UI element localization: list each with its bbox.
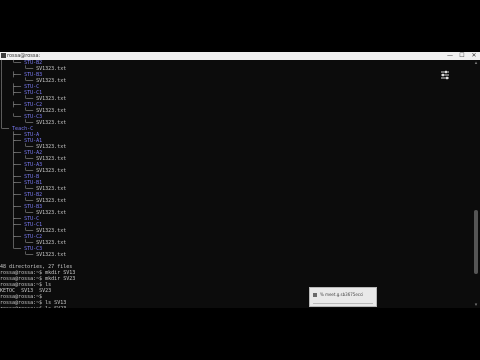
scroll-up-icon[interactable]: ▴ xyxy=(473,60,479,66)
notification-toast[interactable]: % meet.g.sb3675ecci xyxy=(309,287,377,307)
window-title: rossa@rossa: xyxy=(7,53,41,59)
scrollbar-thumb[interactable] xyxy=(474,210,478,274)
minimize-button[interactable]: — xyxy=(444,52,456,60)
title-bar[interactable]: rossa@rossa: — ☐ ✕ xyxy=(0,52,480,60)
tree-branch: └── xyxy=(0,252,37,258)
terminal-output[interactable]: │ └── STU-B2 │ └── SV1323.txt │ ├── STU-B3… xyxy=(0,60,472,308)
scroll-down-icon[interactable]: ▾ xyxy=(473,302,479,308)
notification-text: % meet.g.sb3675ecci xyxy=(320,292,364,297)
maximize-button[interactable]: ☐ xyxy=(456,52,468,60)
terminal-window: rossa@rossa: — ☐ ✕ │ └── STU-B2 │ └── SV1… xyxy=(0,52,480,308)
close-button[interactable]: ✕ xyxy=(468,52,480,60)
tree-line: └── SV1323.txt xyxy=(0,252,66,258)
file-name: SV1323.txt xyxy=(36,168,67,174)
file-name: SV1323.txt xyxy=(36,210,67,216)
file-name: SV1323.txt xyxy=(36,120,67,126)
scrollbar[interactable]: ▴ ▾ xyxy=(472,60,480,308)
file-name: SV1323.txt xyxy=(36,78,67,84)
settings-sliders-icon[interactable] xyxy=(440,70,450,80)
notification-icon xyxy=(313,293,317,297)
file-name: SV1323.txt xyxy=(36,252,67,258)
notification-progress xyxy=(313,303,373,304)
terminal-icon xyxy=(1,53,6,58)
output-line: rossa@rossa:~$ ls SV23 xyxy=(0,306,66,308)
